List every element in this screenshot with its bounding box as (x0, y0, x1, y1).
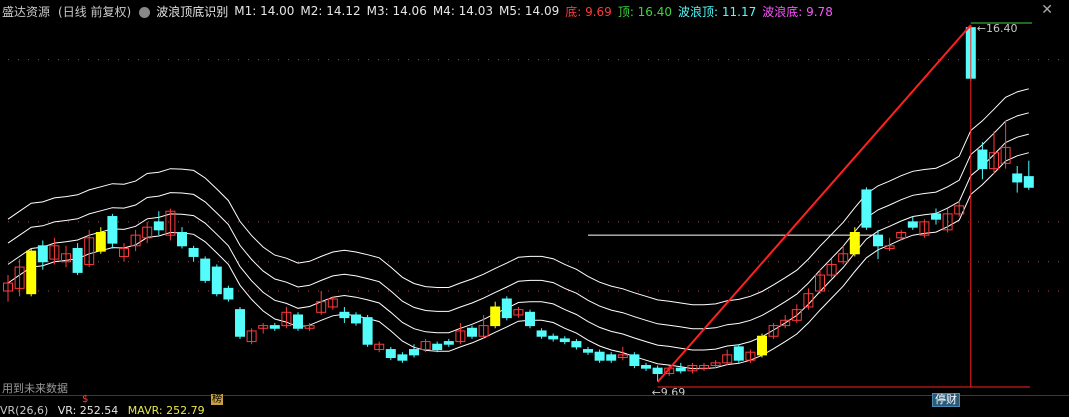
kline-chart[interactable]: ←16.40 ←9.69 (0, 0, 1069, 395)
candle-body (37, 245, 48, 263)
candle-body (525, 311, 535, 327)
candle-body (188, 247, 199, 257)
high-label: ←16.40 (977, 22, 1018, 35)
low-label: ←9.69 (652, 386, 686, 395)
candle-body (931, 213, 941, 220)
band-line-2 (7, 112, 1029, 330)
candle-body (1012, 173, 1023, 183)
candle-body (757, 335, 767, 356)
candle-body (571, 341, 582, 348)
candle-body (177, 231, 187, 247)
marker-tingcai[interactable]: 停财 (932, 393, 960, 407)
mavr-value: MAVR: 252.79 (127, 404, 205, 417)
candle-body (467, 327, 477, 337)
candle-body (861, 189, 872, 228)
pane-divider (0, 395, 1069, 396)
candle-body (362, 317, 373, 345)
candle-body (583, 349, 593, 353)
band-line-0 (7, 152, 1029, 370)
candle-body (107, 216, 118, 244)
candle-body (385, 349, 396, 359)
candle-body (339, 311, 350, 319)
trend-line (656, 24, 972, 383)
candle-body (641, 365, 651, 369)
candle-body (72, 247, 83, 273)
candle-body (211, 266, 222, 295)
candle-body (223, 287, 234, 300)
candle-body (849, 231, 860, 255)
candle-body (675, 367, 686, 372)
candle-body (351, 314, 361, 324)
candle-body (559, 338, 570, 343)
candle-body (153, 221, 164, 231)
candle-body (733, 346, 744, 361)
candle-body (200, 258, 211, 281)
candle-body (397, 354, 408, 361)
candle-body (1023, 176, 1034, 188)
candle-body (293, 314, 303, 329)
candle-body (594, 351, 605, 361)
candle-body (26, 250, 37, 295)
candle-body (490, 306, 501, 327)
vr-indicator-bar: VR(26,6) VR: 252.54 MAVR: 252.79 (0, 404, 211, 417)
vr-value: VR: 252.54 (57, 404, 119, 417)
candle-body (269, 325, 280, 329)
candle-body (606, 354, 617, 361)
candle-body (629, 354, 640, 367)
candle-body (501, 298, 512, 319)
vr-label[interactable]: VR(26,6) (0, 404, 48, 417)
candle-body (652, 367, 663, 374)
marker-bang: 榜 (211, 394, 223, 405)
candle-body (443, 341, 454, 345)
candle-body (95, 231, 106, 252)
candle-body (432, 343, 443, 351)
future-data-note: 用到未来数据 (2, 382, 68, 395)
candle-body (977, 149, 988, 170)
candle-body (536, 330, 547, 337)
candle-body (235, 309, 245, 337)
candle-body (907, 221, 918, 228)
candle-body (873, 234, 883, 247)
candle-body (548, 335, 559, 340)
candle-body (409, 349, 419, 356)
band-line-3 (7, 88, 1029, 306)
